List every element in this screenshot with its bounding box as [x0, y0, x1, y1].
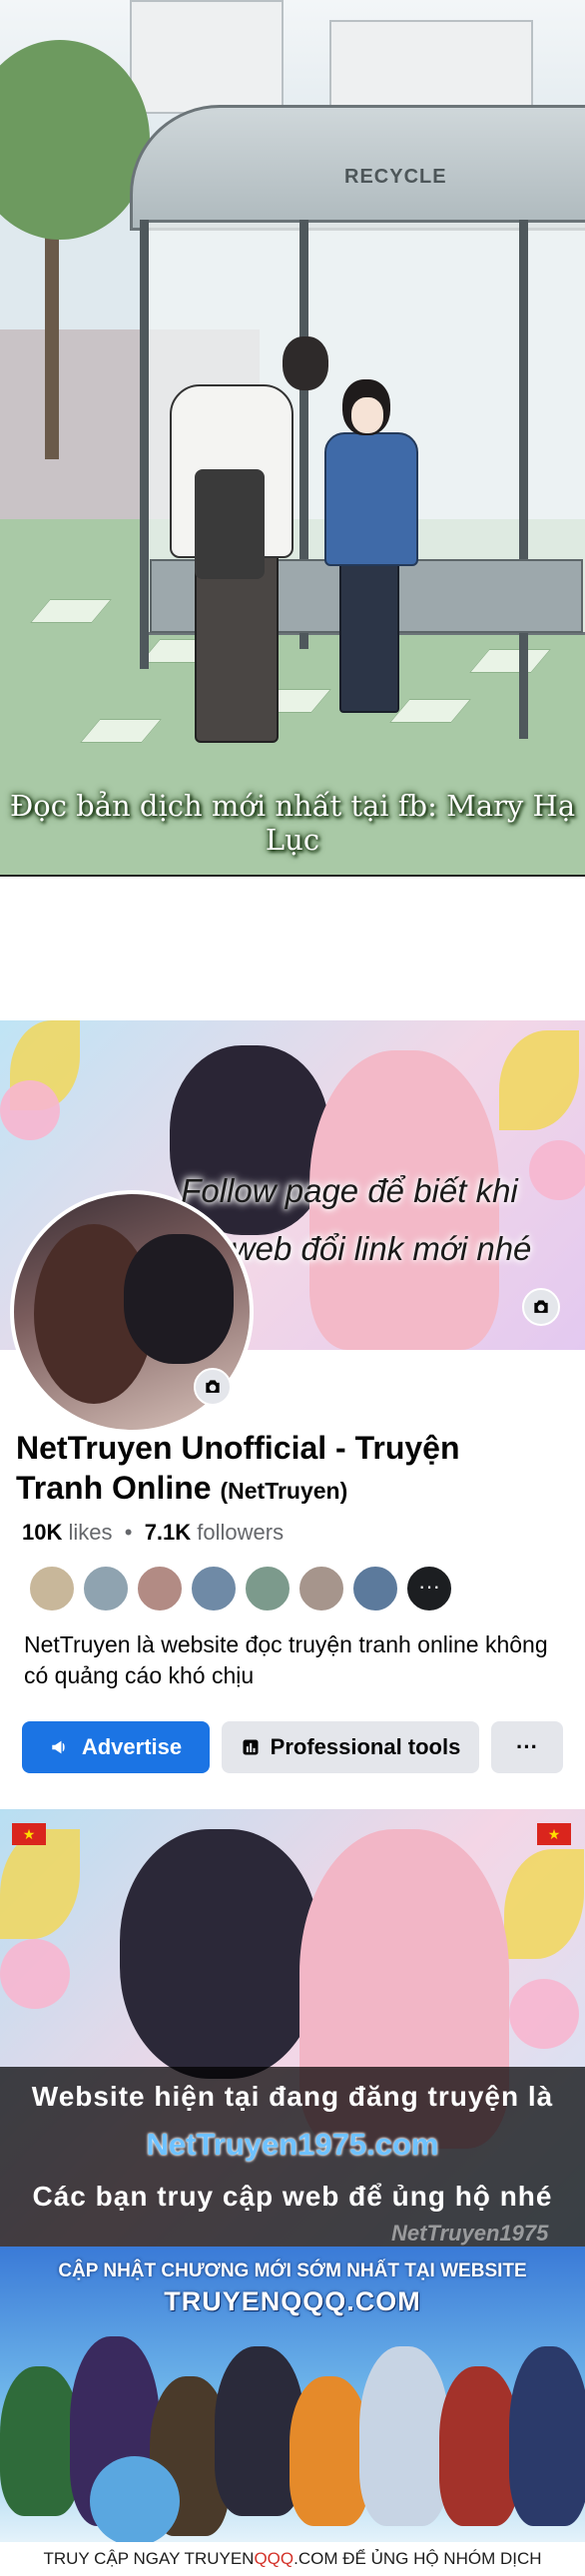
nettruyen-url-link[interactable]: NetTruyen1975.com: [0, 2127, 585, 2163]
truyenqqq-banner: CẬP NHẬT CHƯƠNG MỚI SỚM NHẤT TẠI WEBSITE…: [0, 2247, 585, 2576]
footer-notice: TRUY CẬP NGAY TRUYENQQQ.COM ĐỂ ỦNG HỘ NH…: [0, 2542, 585, 2576]
recycle-sign: RECYCLE: [344, 166, 447, 188]
more-options-button[interactable]: ···: [491, 1721, 563, 1773]
background-building: [130, 0, 284, 114]
professional-tools-button[interactable]: Professional tools: [222, 1721, 479, 1773]
avatar[interactable]: [244, 1565, 292, 1612]
avatar[interactable]: [190, 1565, 238, 1612]
avatar[interactable]: [28, 1565, 76, 1612]
girl-legs: [339, 559, 399, 713]
decor-flower: [509, 1979, 579, 2049]
megaphone-icon: [52, 1740, 65, 1754]
stats-separator: •: [118, 1520, 139, 1545]
avatar[interactable]: [82, 1565, 130, 1612]
page-stats: 10K likes • 7.1K followers: [22, 1520, 284, 1546]
banner-character-boy: [120, 1829, 319, 2079]
banner-character: [0, 2366, 80, 2516]
banner-line-1: CẬP NHẬT CHƯƠNG MỚI SỚM NHẤT TẠI WEBSITE: [58, 2260, 527, 2281]
banner-character: [439, 2366, 519, 2526]
shelter-post: [519, 220, 528, 739]
banner-character: [359, 2346, 449, 2526]
avatar[interactable]: [136, 1565, 184, 1612]
chart-icon: [243, 1739, 259, 1755]
advertise-label: Advertise: [81, 1734, 183, 1759]
decor-leaf: [504, 1849, 584, 1959]
translator-credit: Đọc bản dịch mới nhất tại fb: Mary Hạ Lụ…: [9, 789, 576, 857]
avatar[interactable]: [297, 1565, 345, 1612]
avatar[interactable]: [351, 1565, 399, 1612]
professional-tools-label: Professional tools: [270, 1734, 461, 1759]
followers-label: followers: [197, 1520, 285, 1545]
decor-leaf: [499, 1030, 579, 1130]
page-title: NetTruyen Unofficial - Truyện Tranh Onli…: [16, 1428, 535, 1511]
banner-character: [509, 2346, 585, 2526]
banner-character: [290, 2376, 369, 2526]
more-icon: ···: [516, 1734, 538, 1759]
followers-count: 7.1K: [144, 1520, 192, 1545]
footer-suffix: .COM ĐỂ ỦNG HỘ NHÓM DỊCH: [293, 2549, 542, 2568]
avatar-character-boy: [124, 1234, 234, 1364]
footer-highlight: QQQ: [254, 2549, 294, 2568]
banner-line-1: Website hiện tại đang đăng truyện là: [31, 2081, 554, 2112]
panel-border: [0, 875, 585, 877]
decor-flower: [0, 1080, 60, 1140]
camera-icon[interactable]: [522, 1288, 560, 1326]
page-description: NetTruyen là website đọc truyện tranh on…: [24, 1631, 548, 1688]
facebook-page-card: Follow page để biết khi nào web đổi link…: [0, 1020, 585, 1809]
likes-count: 10K: [22, 1520, 63, 1545]
banner-character: [90, 2456, 180, 2546]
advertise-button[interactable]: Advertise: [22, 1721, 210, 1773]
watermark: NetTruyen1975: [391, 2221, 549, 2246]
shelter-post: [140, 220, 149, 669]
follower-avatars[interactable]: ···: [28, 1565, 459, 1612]
decor-leaf: [0, 1829, 80, 1939]
girl-face: [351, 397, 383, 433]
footer-prefix: TRUY CẬP NGAY TRUYEN: [43, 2549, 255, 2568]
camera-icon[interactable]: [194, 1368, 232, 1406]
vietnam-flag-icon: ★: [12, 1823, 46, 1845]
truyenqqq-site-link[interactable]: TRUYENQQQ.COM: [0, 2286, 585, 2317]
man-bag: [195, 469, 265, 579]
vietnam-flag-icon: ★: [537, 1823, 571, 1845]
cover-text-line-1: Follow page để biết khi: [181, 1172, 518, 1209]
more-followers-icon[interactable]: ···: [405, 1565, 453, 1612]
nettruyen-banner: ★ ★ Website hiện tại đang đăng truyện là…: [0, 1809, 585, 2247]
page-handle: (NetTruyen): [220, 1478, 348, 1504]
manga-panel-street: RECYCLE Đọc bản dịch mới nhất tại fb: Ma…: [0, 0, 585, 877]
decor-flower: [0, 1939, 70, 2009]
banner-line-2: Các bạn truy cập web để ủng hộ nhé: [32, 2181, 553, 2212]
girl-body: [324, 432, 418, 566]
likes-label: likes: [68, 1520, 113, 1545]
man-head: [283, 336, 328, 390]
